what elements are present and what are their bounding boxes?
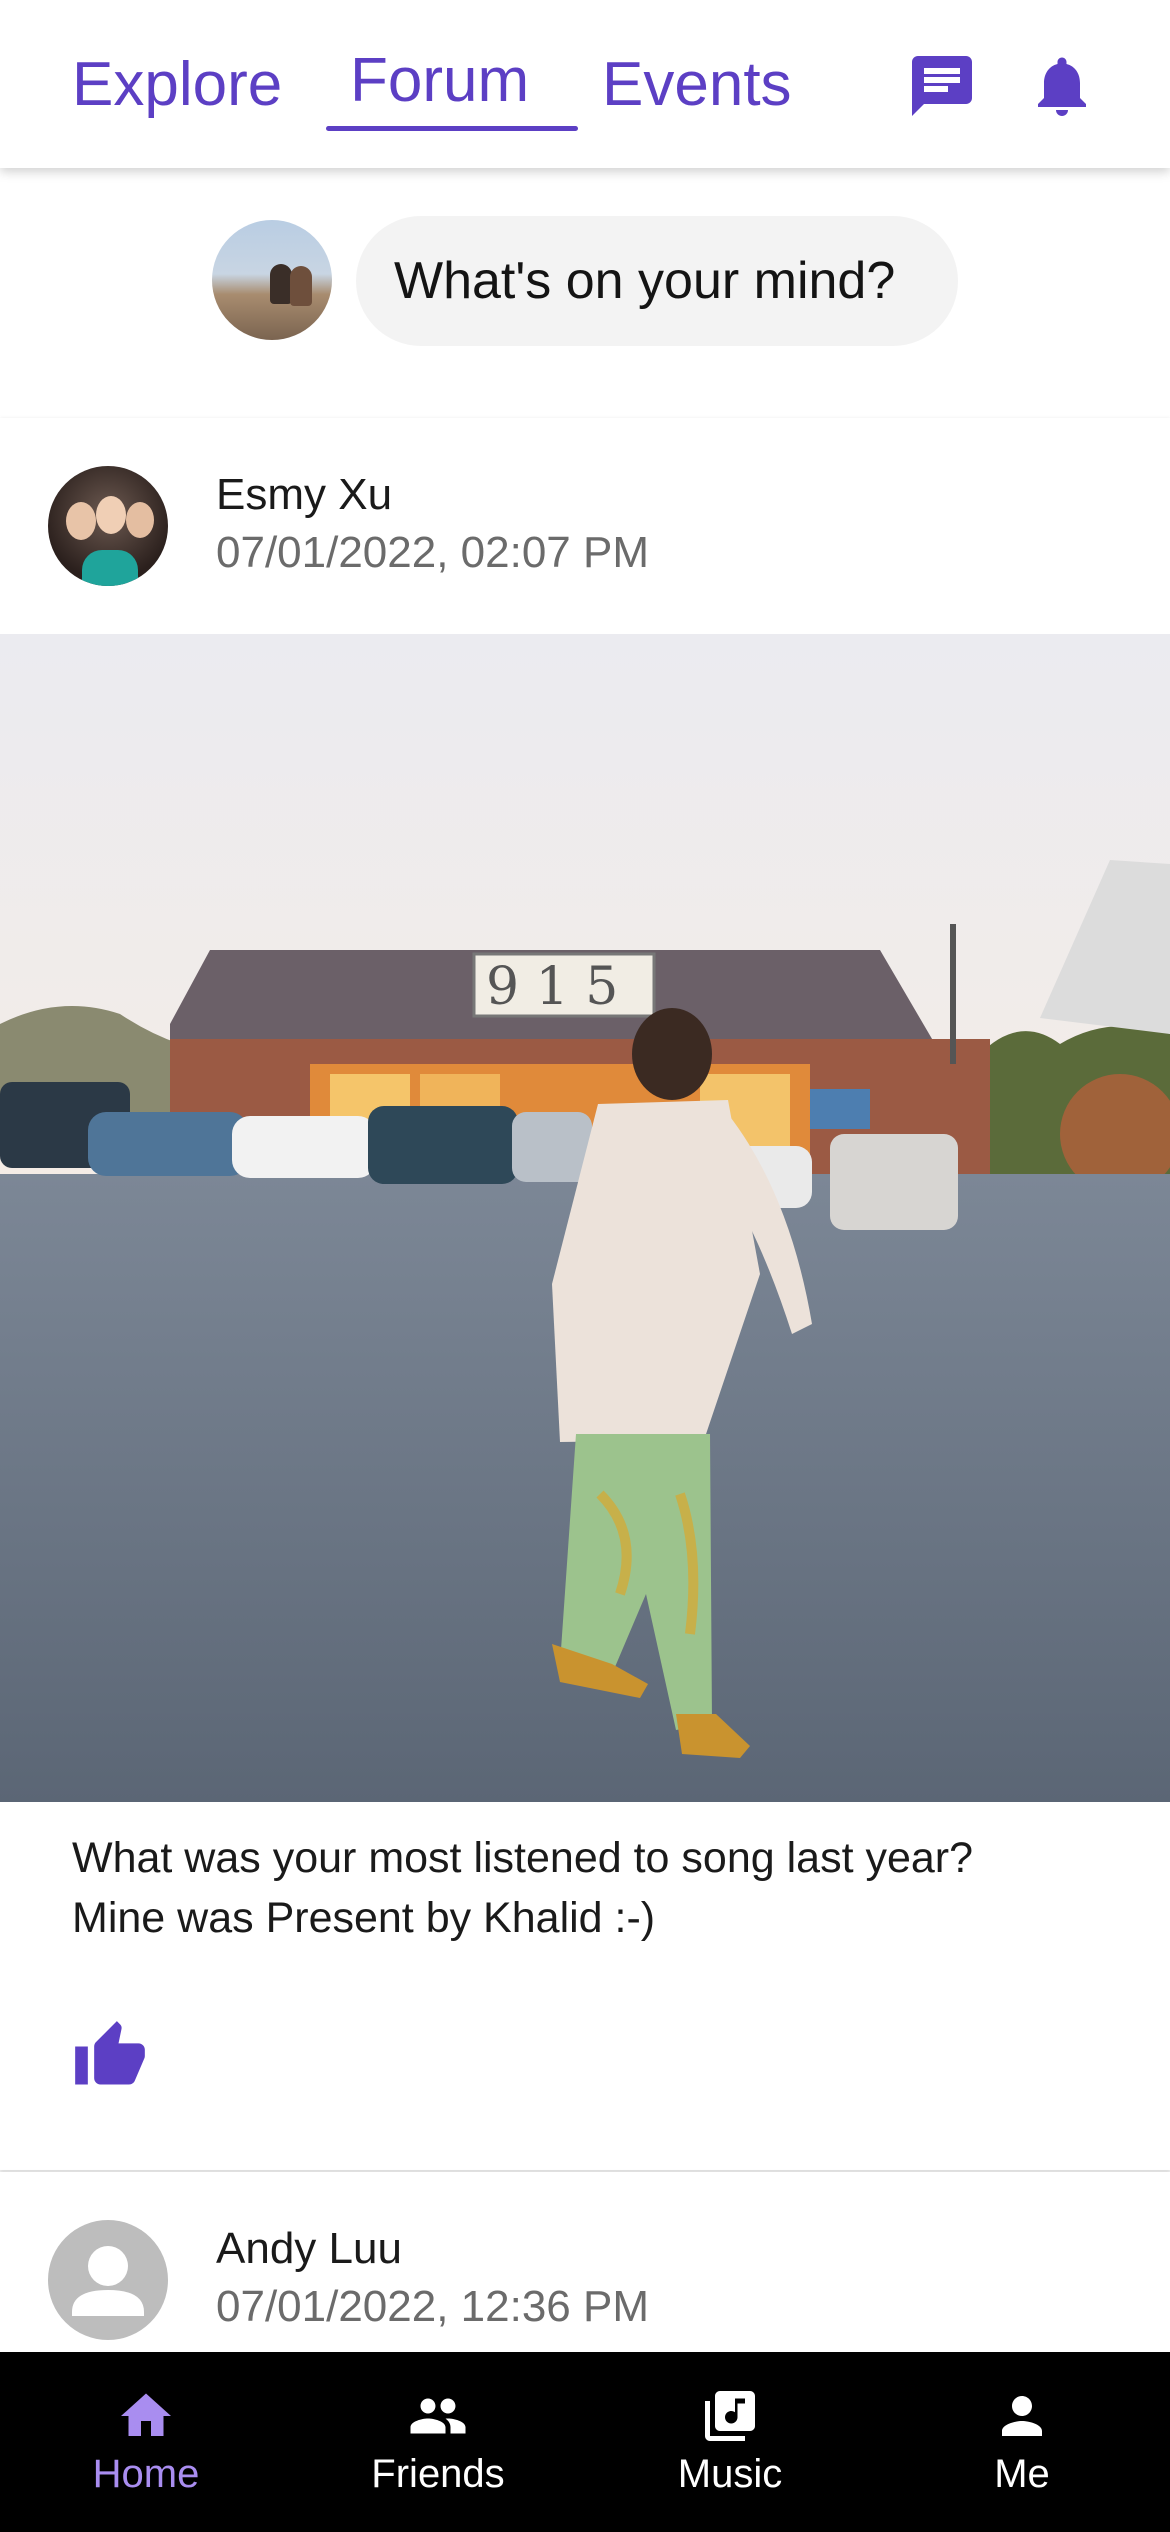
tab-explore[interactable]: Explore bbox=[72, 40, 282, 130]
nav-label: Friends bbox=[371, 2452, 505, 2496]
default-person-icon[interactable] bbox=[48, 2220, 168, 2340]
home-icon bbox=[121, 2393, 171, 2436]
post-timestamp: 07/01/2022, 02:07 PM bbox=[216, 528, 649, 577]
svg-text:9 1 5: 9 1 5 bbox=[486, 957, 618, 1017]
author-avatar[interactable] bbox=[48, 466, 168, 586]
post-card: Esmy Xu 07/01/2022, 02:07 PM 9 1 5 What … bbox=[0, 418, 1170, 2170]
post-body: What was your most listened to song last… bbox=[72, 1828, 1112, 1948]
post-body-line: Mine was Present by Khalid :-) bbox=[72, 1894, 656, 1942]
post-composer: What's on your mind? bbox=[0, 168, 1170, 418]
tab-events[interactable]: Events bbox=[602, 40, 792, 130]
post-author[interactable]: Esmy Xu bbox=[216, 470, 392, 520]
bell-icon[interactable] bbox=[1026, 50, 1098, 122]
thumbs-up-icon[interactable] bbox=[72, 2018, 148, 2094]
nav-music[interactable]: Music bbox=[584, 2352, 876, 2532]
nav-me[interactable]: Me bbox=[876, 2352, 1168, 2532]
post-photo[interactable]: 9 1 5 bbox=[0, 634, 1170, 1802]
tab-forum[interactable]: Forum bbox=[350, 36, 529, 126]
nav-label: Home bbox=[92, 2452, 200, 2496]
current-user-avatar[interactable] bbox=[212, 220, 332, 340]
bottom-navigation: Home Friends Music Me bbox=[0, 2352, 1170, 2532]
post-body-line: What was your most listened to song last… bbox=[72, 1834, 974, 1882]
post-timestamp: 07/01/2022, 12:36 PM bbox=[216, 2282, 649, 2331]
nav-home[interactable]: Home bbox=[0, 2352, 292, 2532]
person-icon bbox=[1002, 2396, 1042, 2436]
whats-on-your-mind-input[interactable]: What's on your mind? bbox=[356, 216, 958, 346]
active-tab-indicator bbox=[326, 126, 578, 131]
nav-label: Me bbox=[994, 2452, 1050, 2496]
nav-label: Music bbox=[677, 2452, 783, 2496]
people-icon bbox=[410, 2398, 466, 2434]
chat-icon[interactable] bbox=[906, 50, 978, 122]
nav-friends[interactable]: Friends bbox=[292, 2352, 584, 2532]
music-library-icon bbox=[705, 2391, 755, 2441]
top-navigation: Explore Forum Events bbox=[0, 0, 1170, 168]
post-author[interactable]: Andy Luu bbox=[216, 2224, 402, 2274]
